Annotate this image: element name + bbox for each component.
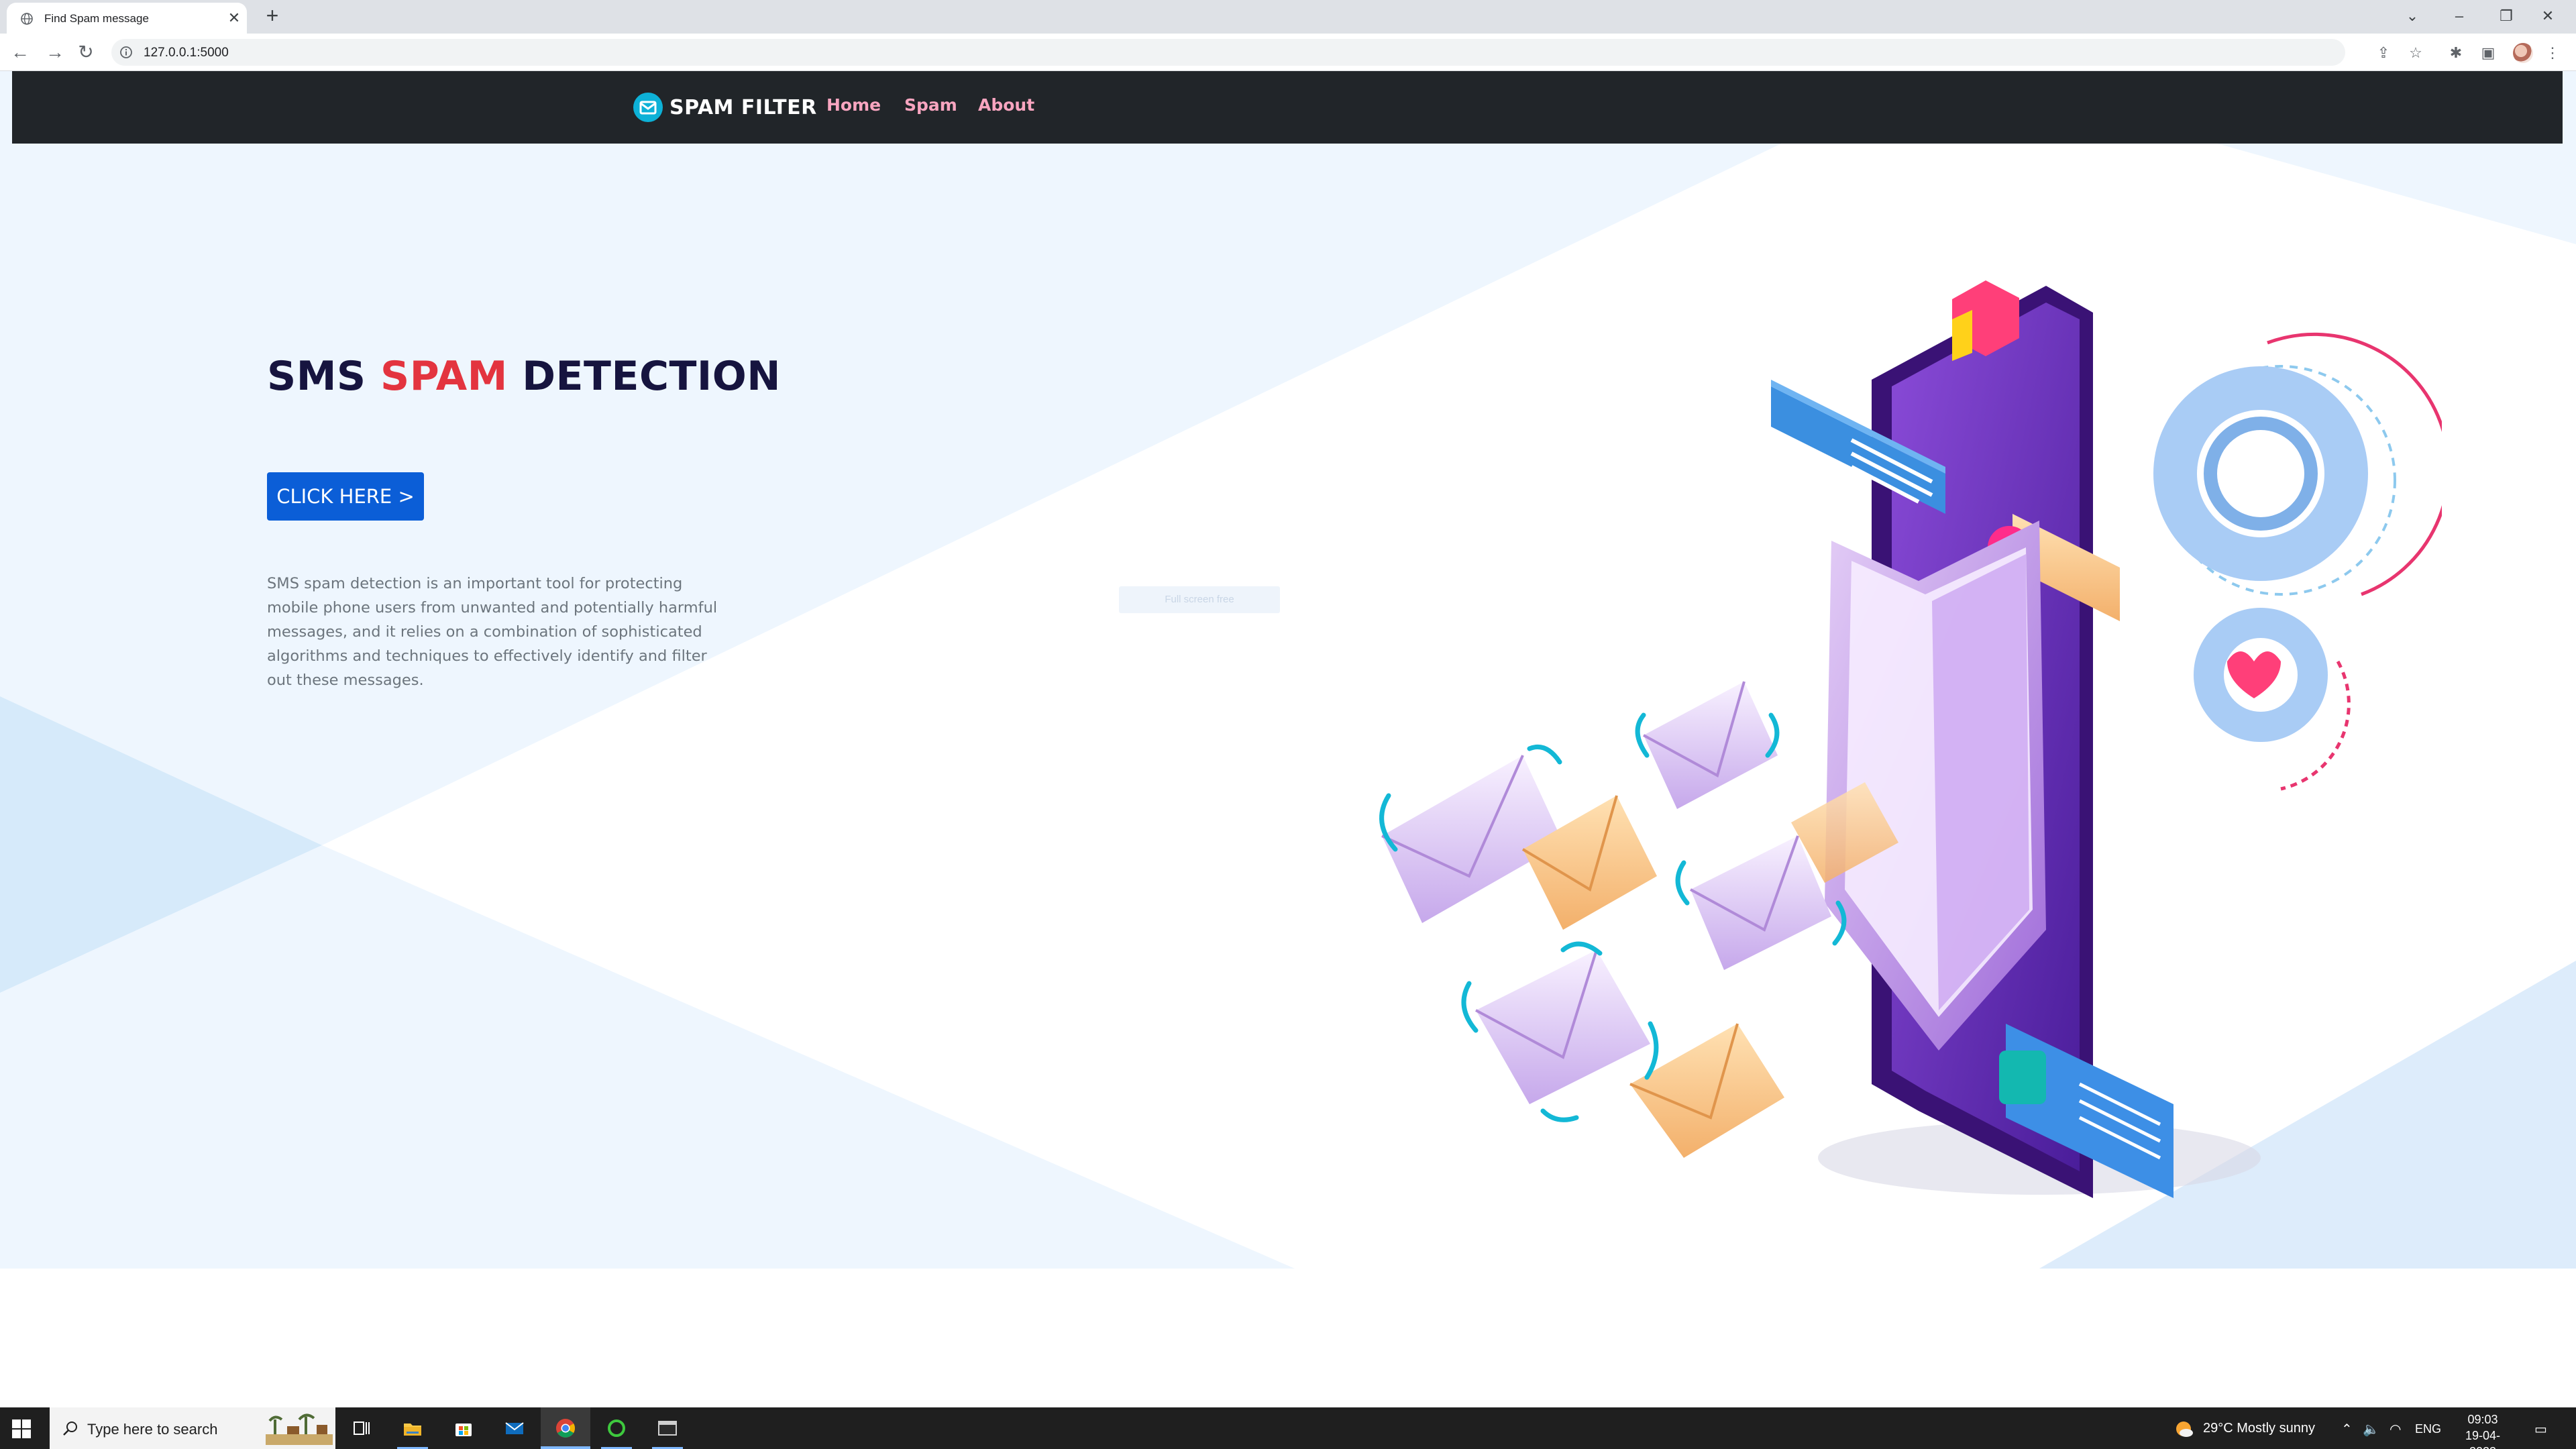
time-text: 09:03 (2467, 1413, 2498, 1426)
app-icon (608, 1419, 625, 1437)
language-indicator[interactable]: ENG (2415, 1422, 2441, 1436)
speaker-icon[interactable]: 🔈 (2363, 1421, 2379, 1438)
back-icon[interactable]: ← (9, 42, 31, 63)
brand-name: SPAM FILTER (669, 95, 817, 119)
taskbar-store[interactable] (439, 1407, 488, 1449)
navbar: SPAM FILTER Home Spam About (12, 71, 2563, 144)
notification-icon[interactable]: ▭ (2534, 1421, 2547, 1438)
weather-text[interactable]: 29°C Mostly sunny (2203, 1421, 2315, 1436)
windows-icon[interactable] (12, 1419, 31, 1438)
reload-icon[interactable]: ↻ (75, 42, 97, 63)
terminal-icon (658, 1421, 677, 1436)
taskbar-terminal[interactable] (643, 1407, 692, 1449)
clock[interactable]: 09:03 19-04-2023 (2453, 1411, 2513, 1449)
description-text: SMS spam detection is an important tool … (267, 575, 718, 689)
title-text: SMS (267, 353, 381, 400)
nav-link-about[interactable]: About (978, 95, 1034, 115)
address-bar[interactable]: 127.0.0.1:5000 (111, 39, 2345, 66)
page-title: SMS SPAM DETECTION (267, 353, 781, 400)
menu-icon[interactable]: ⋮ (2542, 43, 2563, 63)
restore-icon[interactable]: ❐ (2493, 4, 2520, 28)
tab-title: Find Spam message (44, 12, 149, 25)
browser-tab-bar: Find Spam message ✕ + ⌄ – ❐ ✕ (0, 0, 2576, 34)
search-icon (63, 1421, 77, 1436)
date-text: 19-04-2023 (2465, 1429, 2501, 1449)
chevron-down-icon[interactable]: ⌄ (2399, 4, 2426, 28)
brand-logo-icon (633, 93, 663, 122)
star-icon[interactable]: ☆ (2406, 43, 2426, 63)
close-icon[interactable]: ✕ (2534, 4, 2561, 28)
taskbar-mail[interactable] (490, 1407, 539, 1449)
nav-link-spam[interactable]: Spam (904, 95, 957, 115)
browser-tab[interactable]: Find Spam message ✕ (7, 3, 247, 34)
forward-icon[interactable]: → (44, 42, 66, 63)
file-explorer-icon (404, 1424, 421, 1436)
spam-filter-illustration (1379, 280, 2442, 1198)
close-icon[interactable]: ✕ (225, 9, 243, 27)
search-highlight-image (266, 1411, 333, 1445)
avatar[interactable] (2513, 43, 2533, 63)
taskbar-chrome[interactable] (541, 1407, 590, 1449)
share-icon[interactable]: ⇪ (2373, 43, 2394, 63)
wifi-icon[interactable]: ◠ (2390, 1421, 2401, 1438)
store-icon (455, 1424, 472, 1436)
taskbar-task-view[interactable] (337, 1407, 386, 1449)
web-page: SPAM FILTER Home Spam About SMS SPAM DET… (0, 71, 2576, 1407)
extensions-icon[interactable]: ✱ (2446, 43, 2466, 63)
url-text: 127.0.0.1:5000 (144, 46, 229, 60)
taskbar-file-explorer[interactable] (388, 1407, 437, 1449)
taskbar-app[interactable] (592, 1407, 641, 1449)
sun-icon (2176, 1421, 2193, 1437)
mail-icon (505, 1422, 524, 1434)
nav-link-home[interactable]: Home (826, 95, 881, 115)
faint-label: Full screen free (1119, 586, 1280, 613)
envelope-icon (1643, 681, 1778, 809)
chrome-icon (556, 1419, 575, 1438)
click-here-button[interactable]: CLICK HERE > (267, 472, 424, 521)
minimize-icon[interactable]: – (2446, 4, 2473, 28)
hero-section: SPAM FILTER Home Spam About SMS SPAM DET… (0, 71, 2576, 1269)
browser-toolbar: ← → ↻ 127.0.0.1:5000 ⇪ ☆ ✱ ▣ ⋮ (0, 34, 2576, 71)
plus-icon[interactable]: + (262, 5, 283, 27)
envelope-icon (1381, 755, 1563, 923)
task-view-icon (354, 1421, 370, 1435)
chevron-up-icon[interactable]: ⌃ (2341, 1421, 2353, 1438)
info-icon[interactable] (119, 46, 133, 59)
brand[interactable]: SPAM FILTER (633, 90, 817, 125)
search-placeholder: Type here to search (87, 1421, 218, 1438)
taskbar: Type here to search 29°C Mostly sunny ⌃ … (0, 1407, 2576, 1449)
globe-icon (21, 13, 33, 25)
taskbar-search[interactable]: Type here to search (50, 1407, 335, 1449)
title-text: DETECTION (507, 353, 781, 400)
sidepanel-icon[interactable]: ▣ (2478, 43, 2498, 63)
envelope-icon (1475, 949, 1650, 1104)
envelope-icon (1629, 1023, 1784, 1158)
title-highlight: SPAM (380, 353, 508, 400)
